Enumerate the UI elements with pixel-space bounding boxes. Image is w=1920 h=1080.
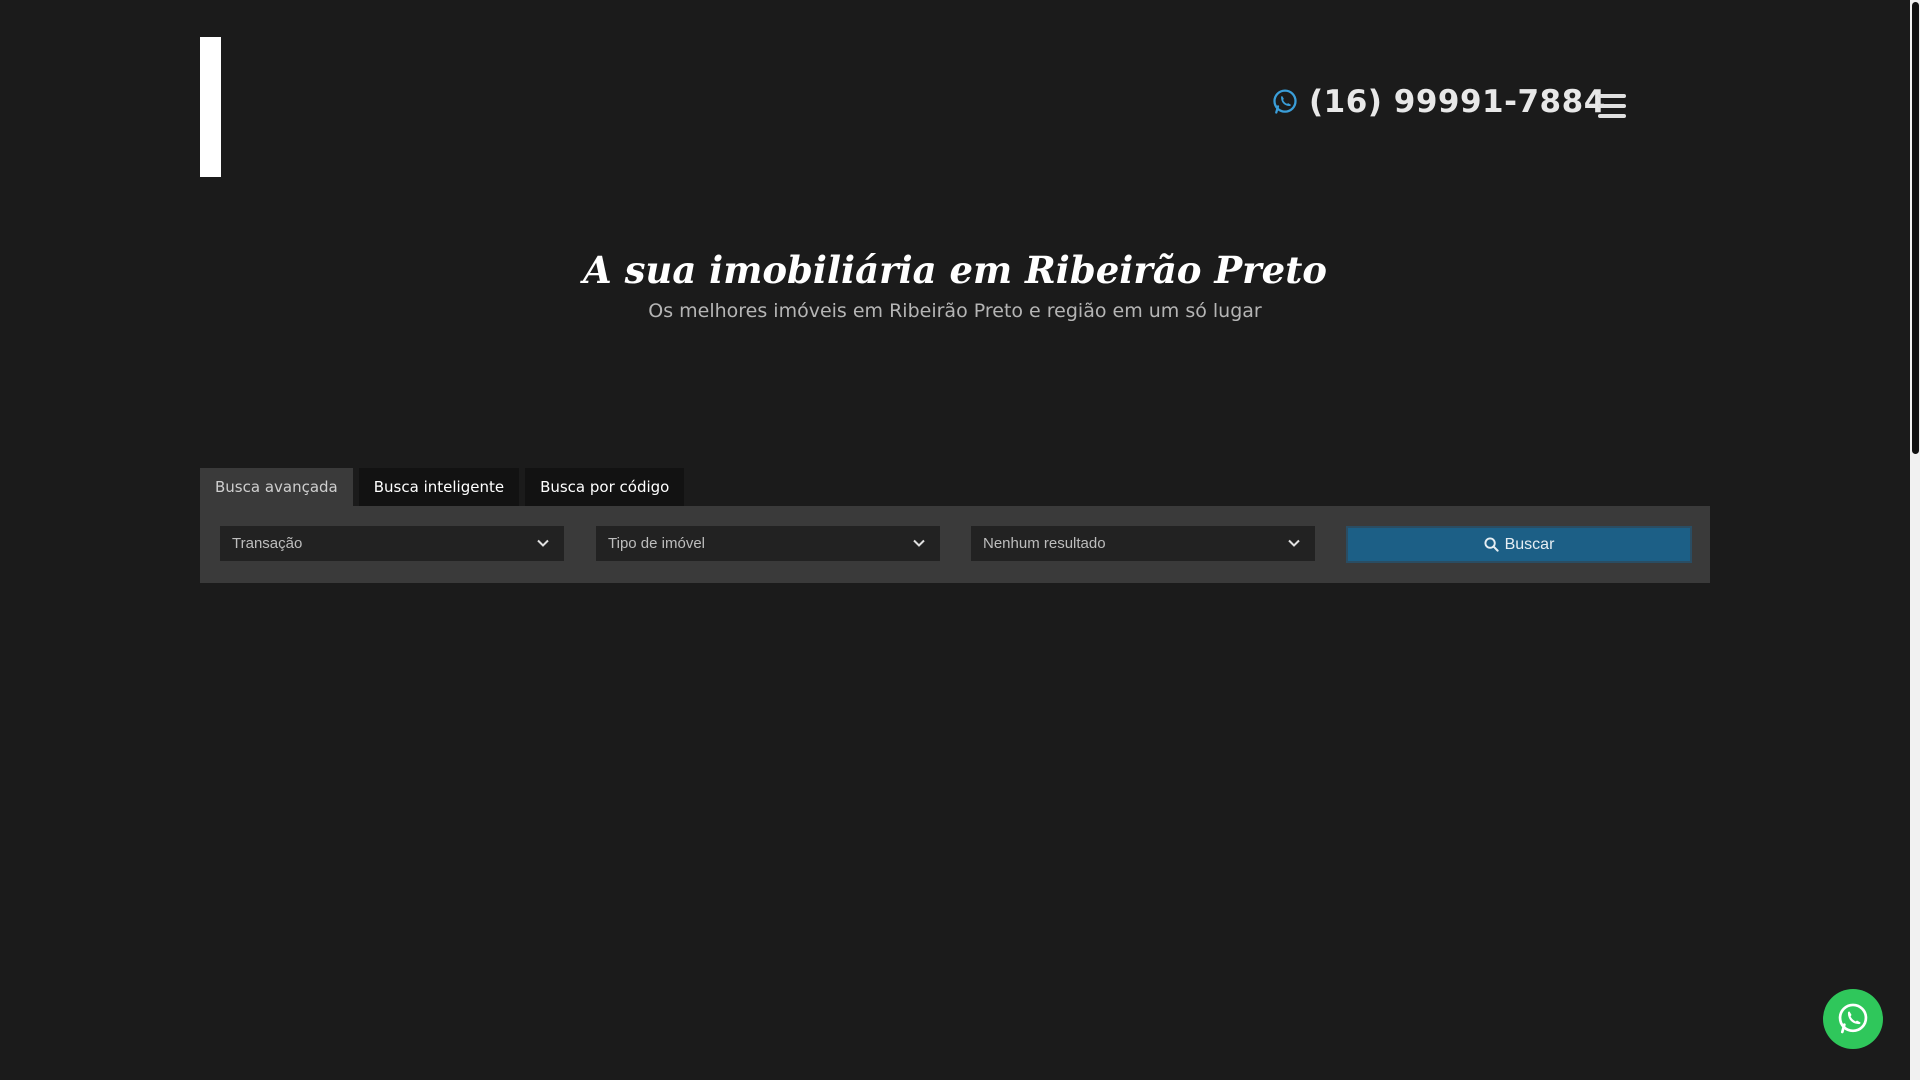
- hero-subtitle: Os melhores imóveis em Ribeirão Preto e …: [648, 300, 1262, 322]
- tipo-imovel-select-value: Tipo de imóvel: [608, 535, 705, 552]
- phone-number: (16) 99991-7884: [1309, 84, 1606, 120]
- hero-title: A sua imobiliária em Ribeirão Preto: [583, 248, 1327, 292]
- localizacao-select-value: Nenhum resultado: [983, 535, 1106, 552]
- search-panel: Transação Tipo de imóvel Nenhum resultad…: [200, 506, 1710, 583]
- chevron-down-icon: [913, 539, 925, 547]
- search-icon: [1484, 537, 1499, 552]
- localizacao-select[interactable]: Nenhum resultado: [971, 526, 1315, 561]
- tab-busca-por-codigo[interactable]: Busca por código: [525, 468, 685, 506]
- logo[interactable]: [200, 37, 221, 177]
- search-tabs: Busca avançada Busca inteligente Busca p…: [200, 468, 685, 506]
- scrollbar[interactable]: [1910, 0, 1920, 1080]
- hamburger-menu-icon[interactable]: [1598, 94, 1626, 118]
- tab-busca-avancada[interactable]: Busca avançada: [200, 468, 353, 506]
- transacao-select-value: Transação: [232, 535, 303, 552]
- header-phone[interactable]: (16) 99991-7884: [1271, 84, 1606, 120]
- tipo-imovel-select[interactable]: Tipo de imóvel: [596, 526, 940, 561]
- tab-busca-inteligente[interactable]: Busca inteligente: [358, 468, 520, 506]
- transacao-select[interactable]: Transação: [220, 526, 564, 561]
- whatsapp-icon: [1273, 89, 1297, 114]
- chevron-down-icon: [1288, 539, 1300, 547]
- page: (16) 99991-7884 A sua imobiliária em Rib…: [0, 0, 1920, 1080]
- chevron-down-icon: [537, 539, 549, 547]
- buscar-button[interactable]: Buscar: [1346, 526, 1692, 563]
- whatsapp-float-button[interactable]: [1823, 989, 1883, 1049]
- whatsapp-icon: [1838, 1003, 1868, 1034]
- buscar-button-label: Buscar: [1504, 535, 1555, 553]
- scrollbar-thumb[interactable]: [1912, 2, 1919, 454]
